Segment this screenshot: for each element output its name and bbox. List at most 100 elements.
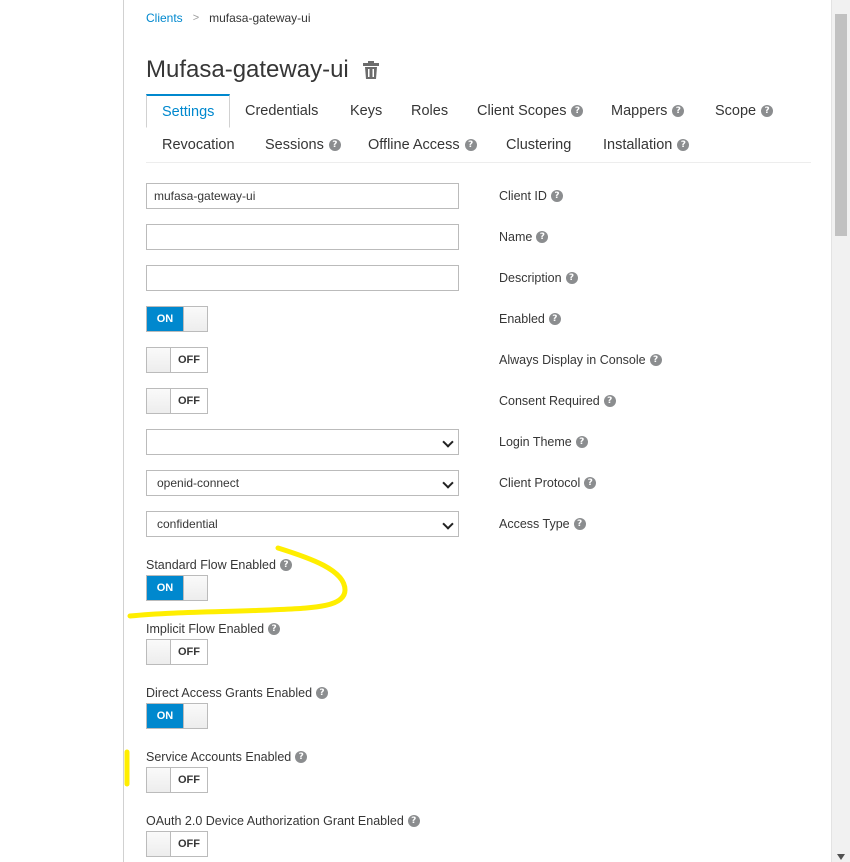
- toggle-knob: [183, 576, 207, 600]
- help-icon: ?: [295, 751, 308, 763]
- toggle-knob: [183, 307, 207, 331]
- chevron-down-icon: [442, 477, 454, 489]
- label-text: Direct Access Grants Enabled: [146, 686, 313, 700]
- scrollbar-thumb[interactable]: [835, 14, 847, 236]
- tab-label: Mappers: [611, 103, 668, 119]
- label-text: Client ID: [499, 189, 547, 203]
- client-id-label: Client ID?: [499, 189, 563, 203]
- help-icon: ?: [584, 477, 597, 489]
- client-settings-panel: Clients > mufasa-gateway-ui Mufasa-gatew…: [123, 0, 833, 862]
- standard-flow-label: Standard Flow Enabled?: [146, 558, 292, 572]
- always-display-label: Always Display in Console?: [499, 353, 662, 367]
- tab-sessions[interactable]: Sessions?: [265, 137, 341, 153]
- enabled-toggle[interactable]: ON: [146, 306, 208, 332]
- tab-label: Roles: [411, 103, 449, 119]
- client-protocol-label: Client Protocol?: [499, 476, 597, 490]
- tab-revocation[interactable]: Revocation: [162, 137, 235, 153]
- label-text: Always Display in Console: [499, 353, 646, 367]
- help-icon: ?: [550, 190, 563, 202]
- help-icon: ?: [548, 313, 561, 325]
- standard-flow-toggle[interactable]: ON: [146, 575, 208, 601]
- tab-keys[interactable]: Keys: [350, 103, 382, 119]
- client-tabs: Settings Credentials Keys Roles Client S…: [146, 94, 811, 163]
- vertical-scrollbar[interactable]: [831, 0, 850, 862]
- tab-label: Offline Access: [368, 137, 460, 153]
- breadcrumb: Clients > mufasa-gateway-ui: [146, 11, 311, 25]
- tab-settings[interactable]: Settings: [146, 94, 231, 128]
- label-text: Service Accounts Enabled: [146, 750, 292, 764]
- page-title: Mufasa-gateway-ui: [146, 56, 349, 83]
- toggle-knob: [147, 389, 171, 413]
- help-icon: ?: [279, 559, 292, 571]
- device-grant-label: OAuth 2.0 Device Authorization Grant Ena…: [146, 814, 420, 828]
- help-icon: ?: [316, 687, 329, 699]
- toggle-state: ON: [147, 576, 183, 600]
- label-text: Login Theme: [499, 435, 572, 449]
- tab-mappers[interactable]: Mappers?: [611, 103, 685, 119]
- breadcrumb-current: mufasa-gateway-ui: [209, 11, 311, 25]
- description-input[interactable]: [146, 265, 459, 291]
- help-icon: ?: [672, 105, 685, 117]
- toggle-knob: [147, 832, 171, 856]
- client-id-input[interactable]: [146, 183, 459, 209]
- select-value: openid-connect: [157, 476, 240, 490]
- implicit-flow-toggle[interactable]: OFF: [146, 639, 208, 665]
- toggle-state: OFF: [178, 838, 200, 850]
- service-accounts-label: Service Accounts Enabled?: [146, 750, 308, 764]
- help-icon: ?: [573, 518, 586, 530]
- scroll-down-arrow-icon[interactable]: [837, 854, 845, 860]
- tab-offline-access[interactable]: Offline Access?: [368, 137, 477, 153]
- direct-access-label: Direct Access Grants Enabled?: [146, 686, 329, 700]
- label-text: Standard Flow Enabled: [146, 558, 276, 572]
- page-title-row: Mufasa-gateway-ui: [146, 56, 379, 84]
- tab-label: Scope: [715, 103, 757, 119]
- implicit-flow-label: Implicit Flow Enabled?: [146, 622, 281, 636]
- enabled-label: Enabled?: [499, 312, 561, 326]
- access-type-label: Access Type?: [499, 517, 586, 531]
- tab-label: Installation: [603, 137, 673, 153]
- tab-label: Settings: [162, 103, 215, 120]
- name-input[interactable]: [146, 224, 459, 250]
- label-text: OAuth 2.0 Device Authorization Grant Ena…: [146, 814, 404, 828]
- tab-label: Credentials: [245, 103, 319, 119]
- help-icon: ?: [407, 815, 420, 827]
- toggle-state: ON: [147, 307, 183, 331]
- label-text: Client Protocol: [499, 476, 581, 490]
- toggle-knob: [183, 704, 207, 728]
- device-grant-toggle[interactable]: OFF: [146, 831, 208, 857]
- tab-installation[interactable]: Installation?: [603, 137, 690, 153]
- always-display-toggle[interactable]: OFF: [146, 347, 208, 373]
- tab-client-scopes[interactable]: Client Scopes?: [477, 103, 584, 119]
- help-icon: ?: [677, 139, 690, 151]
- help-icon: ?: [603, 395, 616, 407]
- label-text: Access Type: [499, 517, 570, 531]
- toggle-state: ON: [147, 704, 183, 728]
- name-label: Name?: [499, 230, 549, 244]
- tab-clustering[interactable]: Clustering: [506, 137, 571, 153]
- chevron-down-icon: [442, 436, 454, 448]
- toggle-knob: [147, 640, 171, 664]
- toggle-state: OFF: [178, 395, 200, 407]
- tab-label: Client Scopes: [477, 103, 567, 119]
- login-theme-select[interactable]: [146, 429, 459, 455]
- toggle-state: OFF: [178, 646, 200, 658]
- breadcrumb-clients-link[interactable]: Clients: [146, 11, 183, 25]
- help-icon: ?: [761, 105, 774, 117]
- login-theme-label: Login Theme?: [499, 435, 588, 449]
- client-protocol-select[interactable]: openid-connect: [146, 470, 459, 496]
- label-text: Name: [499, 230, 533, 244]
- tab-credentials[interactable]: Credentials: [245, 103, 318, 119]
- tab-label: Revocation: [162, 137, 235, 153]
- access-type-select[interactable]: confidential: [146, 511, 459, 537]
- label-text: Consent Required: [499, 394, 600, 408]
- tab-roles[interactable]: Roles: [411, 103, 448, 119]
- help-icon: ?: [268, 623, 281, 635]
- tab-scope[interactable]: Scope?: [715, 103, 774, 119]
- description-label: Description?: [499, 271, 578, 285]
- service-accounts-toggle[interactable]: OFF: [146, 767, 208, 793]
- direct-access-toggle[interactable]: ON: [146, 703, 208, 729]
- consent-required-toggle[interactable]: OFF: [146, 388, 208, 414]
- trash-icon[interactable]: [362, 61, 379, 79]
- chevron-down-icon: [442, 518, 454, 530]
- help-icon: ?: [328, 139, 341, 151]
